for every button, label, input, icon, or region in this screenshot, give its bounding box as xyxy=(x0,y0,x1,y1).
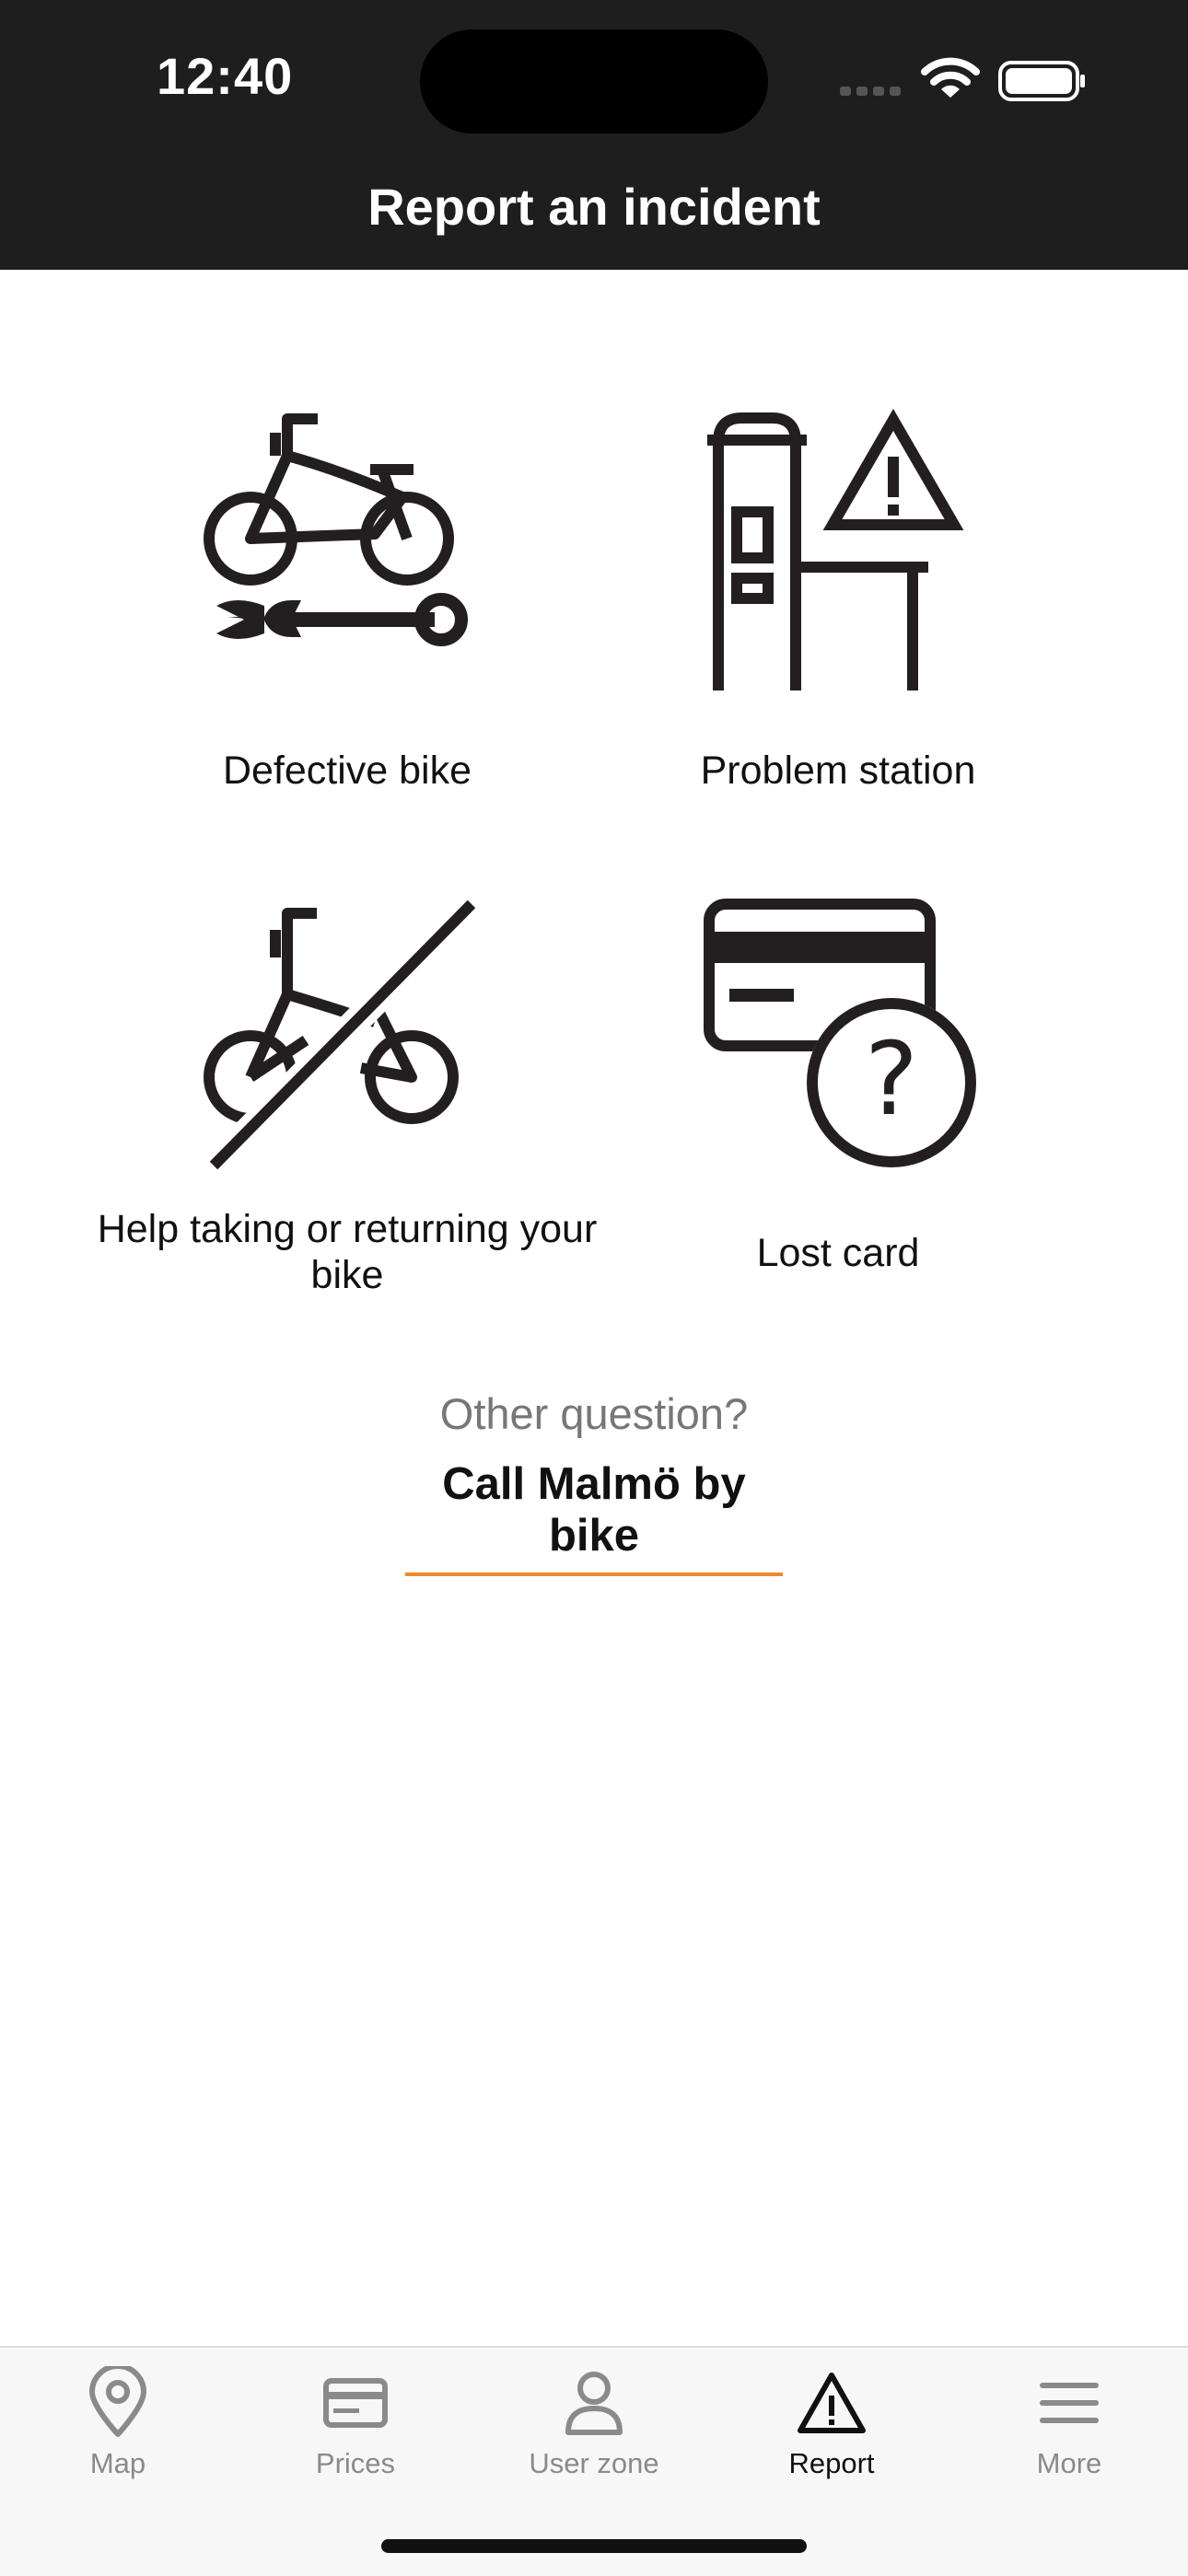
help-taking-returning-label: Help taking or returning your bike xyxy=(97,1207,598,1297)
lost-card-option[interactable]: ? Lost card xyxy=(580,893,1096,1276)
defective-bike-label: Defective bike xyxy=(222,748,472,793)
svg-text:?: ? xyxy=(865,1020,918,1138)
problem-station-label: Problem station xyxy=(700,748,976,793)
map-pin-icon xyxy=(89,2366,146,2437)
user-icon xyxy=(565,2372,623,2435)
page-title: Report an incident xyxy=(367,178,821,236)
warning-triangle-icon xyxy=(798,2373,866,2433)
other-question-text: Other question? xyxy=(439,1389,749,1438)
dynamic-island xyxy=(420,29,768,133)
tab-prices-label: Prices xyxy=(315,2447,396,2479)
cellular-signal-icon xyxy=(840,87,901,96)
help-taking-returning-option[interactable]: Help taking or returning your bike xyxy=(89,893,605,1298)
station-warning-icon xyxy=(707,409,964,690)
tab-report[interactable]: Report xyxy=(740,2366,924,2480)
lost-card-label: Lost card xyxy=(756,1231,920,1275)
tab-more-label: More xyxy=(1036,2447,1102,2479)
tab-map-label: Map xyxy=(89,2447,146,2479)
tab-report-label: Report xyxy=(788,2447,875,2479)
battery-icon xyxy=(998,61,1085,101)
menu-icon xyxy=(1040,2383,1099,2423)
status-time: 12:40 xyxy=(157,47,294,105)
home-indicator xyxy=(381,2539,807,2553)
problem-station-option[interactable]: Problem station xyxy=(580,405,1096,794)
header-bar: 12:40 Report an incident xyxy=(0,0,1188,270)
call-malmo-by-bike-link[interactable]: Call Malmö by bike xyxy=(405,1458,783,1576)
tab-user-zone[interactable]: User zone xyxy=(502,2366,686,2480)
card-question-icon: ? xyxy=(704,899,976,1167)
price-card-icon xyxy=(323,2378,388,2428)
tab-prices[interactable]: Prices xyxy=(263,2366,448,2480)
tab-map[interactable]: Map xyxy=(26,2366,210,2480)
bike-wrench-icon xyxy=(204,413,468,646)
tab-more[interactable]: More xyxy=(977,2366,1161,2480)
tab-user-zone-label: User zone xyxy=(529,2447,659,2479)
wifi-icon xyxy=(921,57,980,98)
bike-crossed-icon xyxy=(204,894,482,1176)
defective-bike-option[interactable]: Defective bike xyxy=(89,405,605,794)
